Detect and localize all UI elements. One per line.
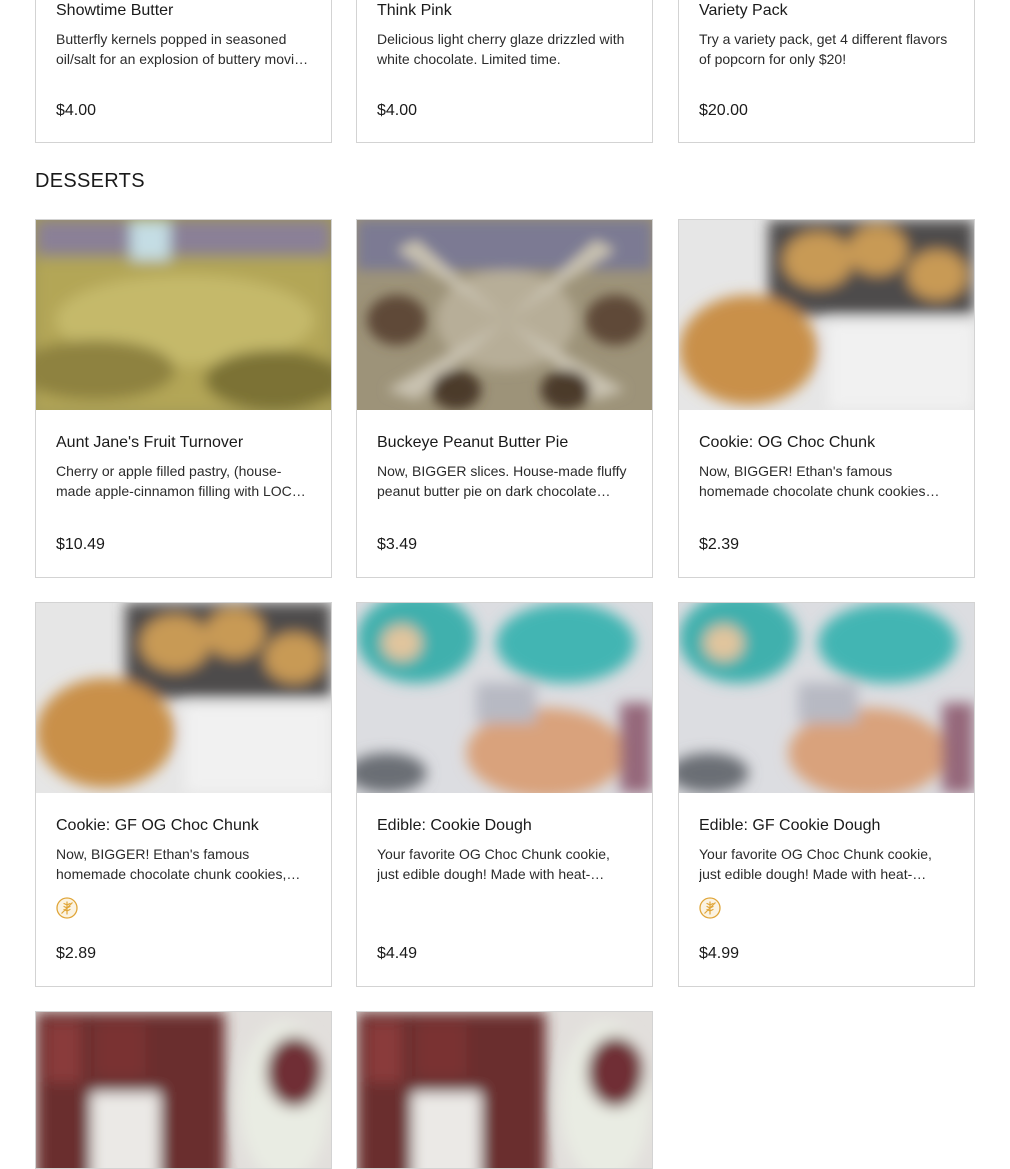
item-title: Variety Pack (699, 2, 788, 19)
item-description: Now, BIGGER! Ethan's famous homemade cho… (699, 463, 926, 499)
item-image (679, 220, 974, 410)
item-price: $4.99 (699, 945, 740, 962)
item-image (357, 220, 652, 410)
menu-item-card[interactable]: Edible: GF Cookie Dough Your favorite OG… (678, 602, 975, 987)
item-price: $2.89 (56, 945, 97, 962)
item-title: Aunt Jane's Fruit Turnover (56, 434, 244, 451)
item-description: Cherry or apple filled pastry, (house-ma… (56, 463, 309, 499)
item-price: $4.00 (56, 102, 97, 119)
menu-item-card[interactable]: Variety Pack Try a variety pack, get 4 d… (678, 0, 975, 143)
item-description: Your favorite OG Choc Chunk cookie, just… (377, 846, 610, 882)
menu-item-card[interactable]: Think Pink Delicious light cherry glaze … (356, 0, 653, 143)
item-description: Now, BIGGER! Ethan's famous homemade cho… (56, 846, 287, 882)
item-image (36, 1012, 331, 1168)
gluten-free-icon (56, 897, 78, 919)
item-price: $10.49 (56, 536, 105, 553)
item-description: Butterfly kernels popped in seasoned oil… (56, 31, 302, 67)
menu-item-card[interactable]: Aunt Jane's Fruit Turnover Cherry or app… (35, 219, 332, 578)
menu-item-card[interactable] (35, 1011, 332, 1169)
item-image (357, 603, 652, 793)
gluten-free-icon (699, 897, 721, 919)
item-title: Edible: GF Cookie Dough (699, 817, 881, 834)
item-title: Cookie: OG Choc Chunk (699, 434, 876, 451)
item-price: $20.00 (699, 102, 748, 119)
menu-item-card[interactable]: Buckeye Peanut Butter Pie Now, BIGGER sl… (356, 219, 653, 578)
item-price: $2.39 (699, 536, 740, 553)
item-title: Buckeye Peanut Butter Pie (377, 434, 569, 451)
item-price: $4.00 (377, 102, 418, 119)
item-image (357, 1012, 652, 1168)
menu-item-card[interactable] (356, 1011, 653, 1169)
menu-item-card[interactable]: Cookie: OG Choc Chunk Now, BIGGER! Ethan… (678, 219, 975, 578)
item-description: Your favorite OG Choc Chunk cookie, just… (699, 846, 932, 882)
item-title: Think Pink (377, 2, 452, 19)
item-title: Showtime Butter (56, 2, 174, 19)
item-image (679, 603, 974, 793)
item-description: Delicious light cherry glaze drizzled wi… (377, 31, 625, 67)
item-title: Edible: Cookie Dough (377, 817, 532, 834)
item-title: Cookie: GF OG Choc Chunk (56, 817, 259, 834)
menu-item-card[interactable]: Showtime Butter Butterfly kernels popped… (35, 0, 332, 143)
item-price: $4.49 (377, 945, 418, 962)
menu-item-card[interactable]: Cookie: GF OG Choc Chunk Now, BIGGER! Et… (35, 602, 332, 987)
section-heading-desserts: DESSERTS (35, 170, 145, 192)
item-description: Try a variety pack, get 4 different flav… (699, 31, 948, 67)
item-price: $3.49 (377, 536, 418, 553)
item-description: Now, BIGGER slices. House-made fluffy pe… (377, 463, 627, 499)
item-image (36, 220, 331, 410)
item-image (36, 603, 331, 793)
menu-item-card[interactable]: Edible: Cookie Dough Your favorite OG Ch… (356, 602, 653, 987)
